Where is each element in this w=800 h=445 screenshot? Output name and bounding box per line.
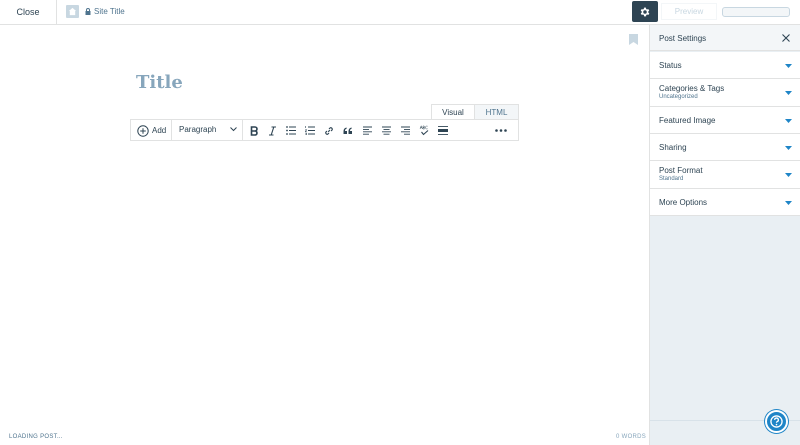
add-label: Add	[152, 126, 167, 135]
spellcheck-button[interactable]	[417, 124, 431, 137]
sidebar-title: Post Settings	[659, 34, 707, 43]
tab-html[interactable]: HTML	[475, 104, 519, 120]
sidebar-item-sublabel: Standard	[659, 176, 684, 182]
blockquote-button[interactable]	[341, 124, 355, 137]
editor-mode-tabs: Visual HTML	[431, 104, 519, 120]
chevron-down-icon	[785, 64, 792, 68]
bullet-list-button[interactable]	[284, 124, 298, 137]
italic-icon	[268, 125, 276, 136]
help-button[interactable]	[765, 410, 788, 433]
sidebar-header: Post Settings	[650, 25, 800, 51]
toolbar-divider	[171, 120, 172, 140]
bold-button[interactable]	[247, 124, 261, 137]
read-more-icon	[438, 126, 448, 135]
sidebar-item-categories-tags[interactable]: Categories & Tags Uncategorized	[650, 79, 800, 107]
sidebar-item-label: Categories & Tags	[659, 84, 725, 93]
chevron-down-icon	[230, 127, 237, 132]
sidebar-item-sharing[interactable]: Sharing	[650, 134, 800, 161]
align-left-icon	[362, 126, 372, 135]
link-icon	[325, 126, 333, 135]
lock-icon	[85, 8, 91, 15]
more-button[interactable]	[494, 124, 508, 137]
align-right-button[interactable]	[398, 124, 412, 137]
sidebar-item-label: Post Format	[659, 166, 703, 175]
chevron-down-icon	[785, 119, 792, 123]
sidebar-item-featured-image[interactable]: Featured Image	[650, 107, 800, 134]
preview-button[interactable]: Preview	[661, 3, 717, 20]
sidebar-item-sublabel: Uncategorized	[659, 94, 698, 100]
gear-icon	[640, 7, 650, 16]
sidebar-item-label: Sharing	[659, 143, 687, 152]
loading-status: LOADING POST...	[9, 434, 63, 440]
align-center-button[interactable]	[379, 124, 393, 137]
sidebar-item-label: Featured Image	[659, 116, 716, 125]
site-icon[interactable]	[66, 5, 79, 18]
site-title[interactable]: Site Title	[94, 6, 125, 18]
bold-icon	[250, 125, 258, 136]
sidebar-item-label: Status	[659, 61, 682, 70]
plus-circle-icon	[137, 124, 149, 137]
paragraph-format-select[interactable]: Paragraph	[179, 125, 216, 134]
bookmark-icon[interactable]	[629, 34, 638, 45]
publish-button[interactable]	[722, 7, 790, 17]
close-button[interactable]: Close	[0, 0, 57, 24]
add-media-button[interactable]: Add	[137, 124, 166, 137]
blockquote-icon	[343, 127, 352, 134]
align-center-icon	[381, 126, 391, 135]
more-icon	[495, 129, 507, 132]
settings-button[interactable]	[632, 1, 658, 22]
chevron-down-icon	[785, 146, 792, 150]
post-title-input[interactable]: Title	[136, 72, 183, 93]
top-bar: Close Site Title Preview	[0, 0, 800, 25]
chevron-down-icon	[785, 173, 792, 177]
spellcheck-icon	[419, 125, 429, 136]
close-icon[interactable]	[781, 33, 791, 43]
align-left-button[interactable]	[360, 124, 374, 137]
sidebar-item-post-format[interactable]: Post Format Standard	[650, 161, 800, 189]
bullet-list-icon	[286, 126, 296, 135]
numbered-list-button[interactable]	[303, 124, 317, 137]
read-more-button[interactable]	[436, 124, 450, 137]
chevron-down-icon	[785, 201, 792, 205]
word-count: 0 WORDS	[616, 434, 647, 440]
post-settings-sidebar: Post Settings Status Categories & Tags U…	[649, 25, 800, 445]
question-mark-icon	[770, 415, 783, 428]
italic-button[interactable]	[265, 124, 279, 137]
sidebar-item-status[interactable]: Status	[650, 52, 800, 79]
editor-toolbar: Add Paragraph	[130, 119, 519, 141]
link-button[interactable]	[322, 124, 336, 137]
tab-visual[interactable]: Visual	[431, 104, 475, 120]
toolbar-divider	[242, 120, 243, 140]
sidebar-item-label: More Options	[659, 198, 708, 207]
numbered-list-icon	[305, 126, 315, 135]
chevron-down-icon	[785, 91, 792, 95]
align-right-icon	[400, 126, 410, 135]
sidebar-item-more-options[interactable]: More Options	[650, 189, 800, 216]
